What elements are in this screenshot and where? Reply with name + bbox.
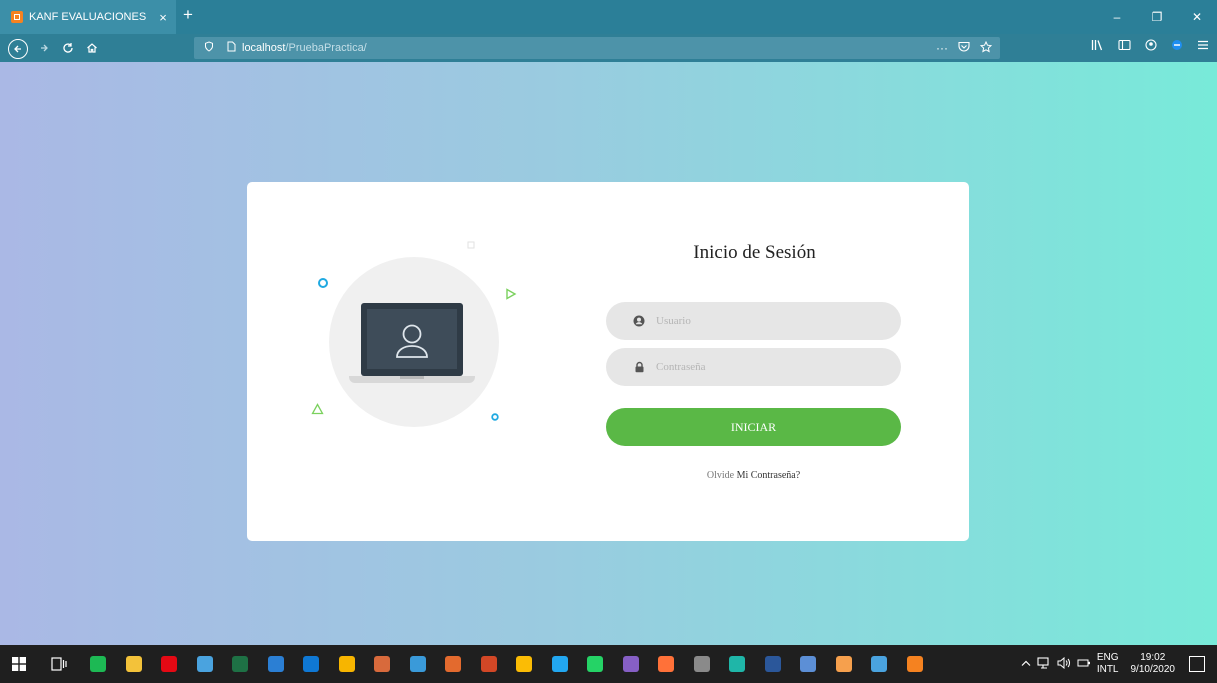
clock-time: 19:02 <box>1140 652 1166 663</box>
firefox-icon[interactable] <box>658 656 674 672</box>
language-indicator[interactable]: ENG INTL <box>1097 652 1119 676</box>
login-title: Inicio de Sesión <box>693 242 816 263</box>
hamburger-menu-icon[interactable] <box>1197 39 1209 54</box>
password-field[interactable] <box>606 348 901 386</box>
forward-arrow-icon <box>41 44 48 52</box>
user-icon <box>396 324 428 358</box>
account-icon[interactable] <box>1145 39 1157 54</box>
word-icon[interactable] <box>764 656 781 672</box>
app-icon[interactable] <box>338 656 355 672</box>
reload-button[interactable] <box>58 38 78 58</box>
browser-navbar: localhost/PruebaPractica/ ··· <box>0 34 1217 62</box>
forward-button[interactable] <box>34 38 54 58</box>
url-host: localhost <box>242 42 286 54</box>
forgot-password-link[interactable]: Mi Contraseña? <box>737 470 801 481</box>
login-card: Inicio de Sesión INICIAR Olvide Mi Contr… <box>247 182 969 541</box>
browser-titlebar: KANF EVALUACIONES × + – ❐ ✕ <box>0 0 1217 34</box>
window-controls: – ❐ ✕ <box>1097 0 1217 34</box>
netflix-icon[interactable] <box>161 656 177 672</box>
decorative-square-icon <box>467 241 475 249</box>
address-bar[interactable]: localhost/PruebaPractica/ ··· <box>194 37 1000 59</box>
forgot-password-text: Olvide Mi Contraseña? <box>606 470 901 481</box>
app-icon[interactable] <box>693 656 710 672</box>
login-submit-button[interactable]: INICIAR <box>606 408 901 446</box>
password-input[interactable] <box>654 360 868 374</box>
excel-icon[interactable] <box>232 656 248 672</box>
volume-icon[interactable] <box>1057 656 1071 672</box>
toolbar-icons <box>1091 39 1209 54</box>
home-icon <box>87 43 97 53</box>
whatsapp-icon[interactable] <box>587 656 603 672</box>
new-tab-button[interactable]: + <box>178 5 198 25</box>
app-icon[interactable] <box>871 656 887 672</box>
tab-close-icon[interactable]: × <box>154 10 172 25</box>
decorative-triangle-up-icon <box>311 403 324 415</box>
bookmark-star-icon[interactable] <box>979 40 993 56</box>
xampp-favicon-icon <box>11 11 23 23</box>
tab-title: KANF EVALUACIONES <box>29 11 147 23</box>
username-field[interactable] <box>606 302 901 340</box>
chrome-icon[interactable] <box>516 656 532 672</box>
forgot-prefix: Olvide <box>706 470 735 481</box>
keyboard-layout: INTL <box>1096 664 1119 675</box>
taskbar: ENG INTL 19:02 9/10/2020 <box>0 645 1217 683</box>
home-button[interactable] <box>82 38 102 58</box>
decorative-circle-icon <box>318 278 328 288</box>
task-view-icon[interactable] <box>51 657 67 671</box>
decorative-small-circle-icon <box>491 413 499 421</box>
powerpoint-icon[interactable] <box>480 656 497 672</box>
library-icon[interactable] <box>1091 39 1104 54</box>
back-arrow-icon <box>14 45 21 53</box>
pocket-icon[interactable] <box>958 41 970 56</box>
app-icon[interactable] <box>374 656 390 672</box>
windows-start-icon[interactable] <box>12 657 26 671</box>
edge-icon[interactable] <box>729 656 745 672</box>
show-hidden-icons-icon[interactable] <box>1021 659 1031 670</box>
file-explorer-icon[interactable] <box>125 656 142 672</box>
xampp-icon[interactable] <box>906 656 923 672</box>
back-button[interactable] <box>8 39 28 59</box>
app-icon[interactable] <box>267 656 284 672</box>
page-actions-menu-icon[interactable]: ··· <box>936 41 948 56</box>
laptop-notch <box>400 376 424 379</box>
vscode-icon[interactable] <box>551 656 568 672</box>
visual-studio-icon[interactable] <box>622 656 639 672</box>
app-icon[interactable] <box>409 656 426 672</box>
restore-button[interactable]: ❐ <box>1137 0 1177 34</box>
app-icon[interactable] <box>445 656 461 672</box>
language-code: ENG <box>1096 652 1119 663</box>
decorative-triangle-right-icon <box>506 288 517 300</box>
extension-icon[interactable] <box>1171 39 1183 54</box>
mail-icon[interactable] <box>303 656 319 672</box>
battery-icon[interactable] <box>1077 658 1091 671</box>
network-icon[interactable] <box>1037 656 1051 672</box>
url-path: /PruebaPractica/ <box>285 42 367 54</box>
laptop-illustration <box>361 303 463 376</box>
notepad-icon[interactable] <box>196 656 213 672</box>
page-background: Inicio de Sesión INICIAR Olvide Mi Contr… <box>0 62 1217 645</box>
lock-icon <box>632 360 646 374</box>
system-tray: ENG INTL 19:02 9/10/2020 <box>1021 645 1175 683</box>
virtualbox-icon[interactable] <box>800 656 816 672</box>
close-window-button[interactable]: ✕ <box>1177 0 1217 34</box>
user-circle-icon <box>632 314 646 328</box>
spotify-icon[interactable] <box>90 656 106 672</box>
minimize-button[interactable]: – <box>1097 0 1137 34</box>
page-icon <box>224 41 238 55</box>
clock[interactable]: 19:02 9/10/2020 <box>1131 652 1176 676</box>
notification-center-icon[interactable] <box>1189 656 1205 672</box>
app-icon[interactable] <box>835 656 852 672</box>
shield-icon[interactable] <box>202 41 216 55</box>
browser-tab[interactable]: KANF EVALUACIONES × <box>0 0 176 34</box>
clock-date: 9/10/2020 <box>1130 664 1176 675</box>
username-input[interactable] <box>654 314 868 328</box>
reload-icon <box>63 43 73 53</box>
sidebar-icon[interactable] <box>1118 39 1131 54</box>
